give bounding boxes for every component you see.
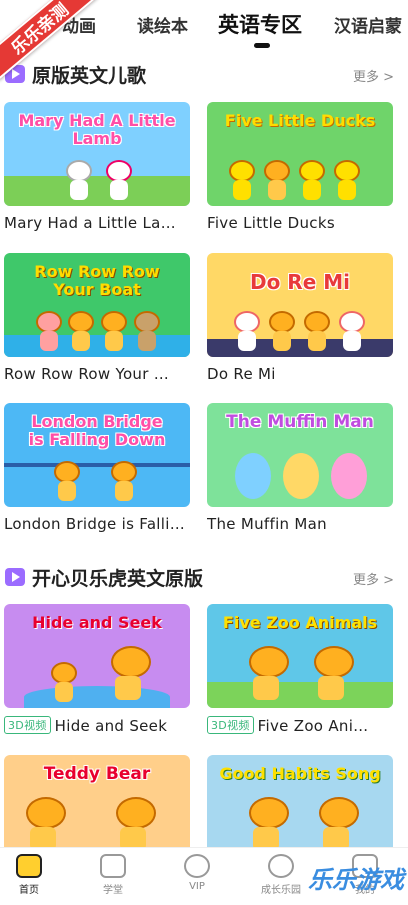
video-card[interactable]: Row Row Row Your Boat Row Row Row Your …: [4, 253, 190, 383]
video-card[interactable]: Five Zoo Animals 3D视频 Five Zoo Ani…: [207, 604, 393, 735]
tab-chinese-enlightenment[interactable]: 汉语启蒙: [334, 12, 402, 37]
video-thumbnail[interactable]: Row Row Row Your Boat: [4, 253, 190, 357]
video-card[interactable]: Five Little Ducks Five Little Ducks: [207, 102, 393, 232]
video-title: The Muffin Man: [207, 515, 327, 533]
school-icon: [100, 854, 126, 878]
active-tab-indicator: [254, 43, 270, 48]
video-title: 3D视频 Hide and Seek: [4, 716, 190, 735]
tab-picture-books[interactable]: 读绘本: [137, 12, 188, 37]
3d-video-badge: 3D视频: [207, 716, 254, 734]
video-card[interactable]: Mary Had A Little Lamb Mary Had a Little…: [4, 102, 190, 232]
video-thumbnail[interactable]: Five Zoo Animals: [207, 604, 393, 708]
thumbnail-title: Hide and Seek: [32, 613, 162, 632]
video-title: 3D视频 Five Zoo Ani…: [207, 716, 393, 735]
3d-video-badge: 3D视频: [4, 716, 51, 734]
video-title: Do Re Mi: [207, 365, 276, 383]
section-header-songs: 原版英文儿歌 更多 >: [0, 60, 408, 90]
thumbnail-title: Row Row Row Your Boat: [34, 262, 160, 299]
thumbnail-title: Five Zoo Animals: [222, 613, 378, 632]
video-thumbnail[interactable]: Mary Had A Little Lamb: [4, 102, 190, 206]
video-play-icon: [5, 568, 25, 586]
video-title: Five Little Ducks: [207, 214, 335, 232]
thumbnail-title: Five Little Ducks: [224, 111, 376, 130]
thumbnail-title: Mary Had A Little Lamb: [18, 111, 176, 148]
video-card[interactable]: London Bridge is Falling Down London Bri…: [4, 403, 190, 533]
video-thumbnail[interactable]: Five Little Ducks: [207, 102, 393, 206]
nav-vip[interactable]: VIP: [162, 854, 232, 892]
video-thumbnail[interactable]: Teddy Bear: [4, 755, 190, 859]
video-card[interactable]: Good Habits Song: [207, 755, 393, 859]
nav-label: 首页: [19, 885, 39, 896]
video-card[interactable]: Do Re Mi Do Re Mi: [207, 253, 393, 383]
video-title-text: Hide and Seek: [54, 717, 168, 735]
video-title-text: Five Zoo Ani…: [257, 717, 369, 735]
growth-park-icon: [268, 854, 294, 878]
thumbnail-title: Teddy Bear: [43, 764, 151, 784]
nav-label: 成长乐园: [261, 885, 301, 896]
app-page: { "corner_badge": "乐乐亲测", "tabs": [ {"la…: [0, 0, 408, 905]
video-thumbnail[interactable]: London Bridge is Falling Down: [4, 403, 190, 507]
home-icon: [16, 854, 42, 878]
nav-label: 学堂: [103, 885, 123, 896]
video-thumbnail[interactable]: The Muffin Man: [207, 403, 393, 507]
section-title: 开心贝乐虎英文原版: [32, 568, 204, 590]
vip-icon: [184, 854, 210, 878]
watermark-logo: 乐乐游戏: [308, 866, 404, 894]
more-link[interactable]: 更多 >: [353, 66, 394, 85]
video-thumbnail[interactable]: Hide and Seek: [4, 604, 190, 708]
video-card[interactable]: Teddy Bear: [4, 755, 190, 859]
nav-school[interactable]: 学堂: [78, 854, 148, 896]
thumbnail-title: London Bridge is Falling Down: [28, 412, 166, 449]
more-link[interactable]: 更多 >: [353, 569, 394, 588]
thumbnail-title: The Muffin Man: [226, 412, 374, 432]
section-header-behoo: 开心贝乐虎英文原版 更多 >: [0, 563, 408, 593]
video-title: Mary Had a Little La…: [4, 214, 176, 232]
video-thumbnail[interactable]: Do Re Mi: [207, 253, 393, 357]
nav-home[interactable]: 首页: [0, 854, 64, 896]
section-title: 原版英文儿歌: [32, 65, 147, 87]
video-title: Row Row Row Your …: [4, 365, 170, 383]
bottom-navigation: 首页 学堂 VIP 成长乐园 我的 乐乐游戏: [0, 847, 408, 905]
video-thumbnail[interactable]: Good Habits Song: [207, 755, 393, 859]
video-card[interactable]: Hide and Seek 3D视频 Hide and Seek: [4, 604, 190, 735]
thumbnail-title: Do Re Mi: [250, 270, 350, 294]
video-title: London Bridge is Falli…: [4, 515, 186, 533]
nav-label: VIP: [189, 881, 205, 892]
tab-english-zone[interactable]: 英语专区: [218, 9, 302, 39]
nav-growth-park[interactable]: 成长乐园: [246, 854, 316, 896]
thumbnail-title: Good Habits Song: [219, 764, 381, 783]
video-card[interactable]: The Muffin Man The Muffin Man: [207, 403, 393, 533]
